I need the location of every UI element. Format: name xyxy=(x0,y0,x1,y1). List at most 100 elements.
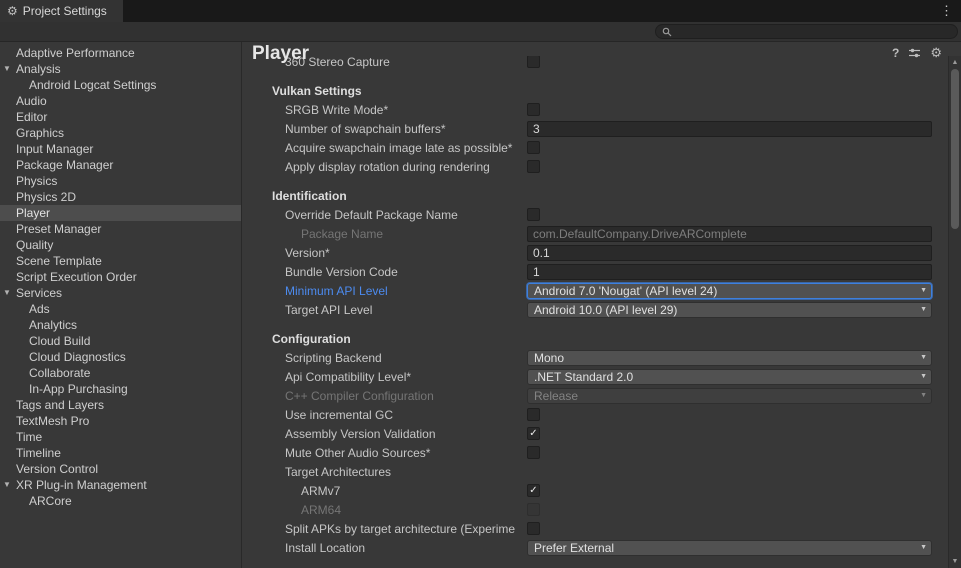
row-split-apks-by-target-architecture-experime: Split APKs by target architecture (Exper… xyxy=(242,519,948,538)
sidebar-item-label: Cloud Build xyxy=(29,334,90,348)
row-control xyxy=(527,446,948,459)
sidebar-item-in-app-purchasing[interactable]: In-App Purchasing xyxy=(0,381,241,397)
sidebar-item-quality[interactable]: Quality xyxy=(0,237,241,253)
tab-project-settings[interactable]: ⚙ Project Settings xyxy=(0,0,123,22)
sidebar-item-time[interactable]: Time xyxy=(0,429,241,445)
api-compatibility-level-dropdown[interactable]: .NET Standard 2.0▼ xyxy=(527,369,932,385)
bundle-version-code-field[interactable] xyxy=(527,264,932,280)
dropdown-value: Android 10.0 (API level 29) xyxy=(534,303,916,317)
number-of-swapchain-buffers-field[interactable] xyxy=(527,121,932,137)
sidebar-item-android-logcat-settings[interactable]: Android Logcat Settings xyxy=(0,77,241,93)
apply-display-rotation-during-rendering-checkbox[interactable] xyxy=(527,160,540,173)
sidebar-item-services[interactable]: ▼ Services xyxy=(0,285,241,301)
foldout-arrow-icon[interactable]: ▼ xyxy=(3,477,11,493)
mute-other-audio-sources-checkbox[interactable] xyxy=(527,446,540,459)
row-control: .NET Standard 2.0▼ xyxy=(527,369,948,385)
scrollbar-thumb[interactable] xyxy=(951,69,959,229)
row-label: Target API Level xyxy=(242,303,527,317)
sidebar-item-script-execution-order[interactable]: Script Execution Order xyxy=(0,269,241,285)
sidebar-item-graphics[interactable]: Graphics xyxy=(0,125,241,141)
sidebar-item-audio[interactable]: Audio xyxy=(0,93,241,109)
row-label: C++ Compiler Configuration xyxy=(242,389,527,403)
sidebar-item-physics-2d[interactable]: Physics 2D xyxy=(0,189,241,205)
row-scripting-backend: Scripting BackendMono▼ xyxy=(242,348,948,367)
sidebar-item-cloud-diagnostics[interactable]: Cloud Diagnostics xyxy=(0,349,241,365)
row-control: Release▼ xyxy=(527,388,948,404)
toolbar xyxy=(0,22,961,42)
sidebar-item-collaborate[interactable]: Collaborate xyxy=(0,365,241,381)
target-api-level-dropdown[interactable]: Android 10.0 (API level 29)▼ xyxy=(527,302,932,318)
row-armv7: ARMv7✓ xyxy=(242,481,948,500)
dropdown-value: Prefer External xyxy=(534,541,916,555)
assembly-version-validation-checkbox[interactable]: ✓ xyxy=(527,427,540,440)
scripting-backend-dropdown[interactable]: Mono▼ xyxy=(527,350,932,366)
row-label: SRGB Write Mode* xyxy=(242,103,527,117)
window-menu-icon[interactable]: ⋮ xyxy=(935,0,958,22)
vertical-scrollbar[interactable]: ▲ ▼ xyxy=(948,56,961,568)
foldout-arrow-icon[interactable]: ▼ xyxy=(3,285,11,301)
sidebar-item-label: Graphics xyxy=(16,126,64,140)
sidebar-item-label: Quality xyxy=(16,238,53,252)
row-control: Mono▼ xyxy=(527,350,948,366)
sidebar-item-analysis[interactable]: ▼Analysis xyxy=(0,61,241,77)
foldout-arrow-icon[interactable]: ▼ xyxy=(3,61,11,77)
row-label: Assembly Version Validation xyxy=(242,427,527,441)
sidebar-item-preset-manager[interactable]: Preset Manager xyxy=(0,221,241,237)
360-stereo-capture-checkbox[interactable] xyxy=(527,56,540,68)
sidebar-item-label: Physics 2D xyxy=(16,190,76,204)
search-input[interactable] xyxy=(676,25,951,38)
help-icon[interactable]: ? xyxy=(892,47,899,59)
scroll-up-icon[interactable]: ▲ xyxy=(949,57,961,68)
sidebar-item-label: Services xyxy=(16,286,62,300)
preset-icon[interactable] xyxy=(908,47,921,59)
sidebar-item-cloud-build[interactable]: Cloud Build xyxy=(0,333,241,349)
chevron-down-icon: ▼ xyxy=(920,287,927,294)
sidebar-item-input-manager[interactable]: Input Manager xyxy=(0,141,241,157)
sidebar-item-version-control[interactable]: Version Control xyxy=(0,461,241,477)
sidebar-item-tags-and-layers[interactable]: Tags and Layers xyxy=(0,397,241,413)
split-apks-by-target-architecture-experime-checkbox[interactable] xyxy=(527,522,540,535)
scroll-down-icon[interactable]: ▼ xyxy=(949,556,961,567)
install-location-dropdown[interactable]: Prefer External ▼ xyxy=(527,540,932,556)
sidebar-item-arcore[interactable]: ARCore xyxy=(0,493,241,509)
use-incremental-gc-checkbox[interactable] xyxy=(527,408,540,421)
package-name-field xyxy=(527,226,932,242)
sidebar-item-label: In-App Purchasing xyxy=(29,382,128,396)
page-title: Player xyxy=(252,43,309,65)
sidebar-item-scene-template[interactable]: Scene Template xyxy=(0,253,241,269)
row-control xyxy=(527,226,948,242)
sidebar-item-ads[interactable]: Ads xyxy=(0,301,241,317)
sidebar-item-timeline[interactable]: Timeline xyxy=(0,445,241,461)
version-field[interactable] xyxy=(527,245,932,261)
sidebar-item-package-manager[interactable]: Package Manager xyxy=(0,157,241,173)
section-title: Configuration xyxy=(242,332,351,346)
row-label: Package Name xyxy=(242,227,527,241)
sidebar-item-label: Editor xyxy=(16,110,47,124)
armv7-checkbox[interactable]: ✓ xyxy=(527,484,540,497)
sidebar-item-physics[interactable]: Physics xyxy=(0,173,241,189)
row-label: Target Architectures xyxy=(242,465,527,479)
minimum-api-level-dropdown[interactable]: Android 7.0 'Nougat' (API level 24)▼ xyxy=(527,283,932,299)
row-api-compatibility-level: Api Compatibility Level*.NET Standard 2.… xyxy=(242,367,948,386)
acquire-swapchain-image-late-as-possible-checkbox[interactable] xyxy=(527,141,540,154)
row-install-location: Install LocationPrefer External▼ xyxy=(242,538,948,557)
row-control xyxy=(527,121,948,137)
search-box[interactable] xyxy=(655,24,958,39)
sidebar-item-label: XR Plug-in Management xyxy=(16,478,147,492)
sidebar-item-player[interactable]: Player xyxy=(0,205,241,221)
sidebar-item-editor[interactable]: Editor xyxy=(0,109,241,125)
row-label: Use incremental GC xyxy=(242,408,527,422)
row-control: Android 10.0 (API level 29)▼ xyxy=(527,302,948,318)
sidebar-item-label: Time xyxy=(16,430,42,444)
sidebar-item-xr-plug-in-management[interactable]: ▼ XR Plug-in Management xyxy=(0,477,241,493)
row-label: ARM64 xyxy=(242,503,527,517)
override-default-package-name-checkbox[interactable] xyxy=(527,208,540,221)
row-label: Override Default Package Name xyxy=(242,208,527,222)
srgb-write-mode-checkbox[interactable] xyxy=(527,103,540,116)
sidebar-item-adaptive-performance[interactable]: Adaptive Performance xyxy=(0,45,241,61)
gear-icon[interactable]: ⚙ xyxy=(930,47,942,59)
chevron-down-icon: ▼ xyxy=(920,544,927,551)
sidebar-item-textmesh-pro[interactable]: TextMesh Pro xyxy=(0,413,241,429)
sidebar-item-analytics[interactable]: Analytics xyxy=(0,317,241,333)
row-label: Api Compatibility Level* xyxy=(242,370,527,384)
